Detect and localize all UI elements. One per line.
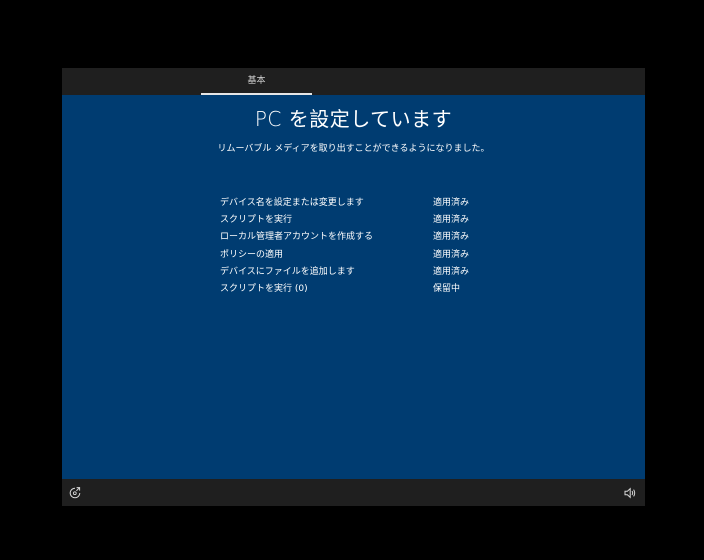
bottom-bar: [62, 479, 645, 506]
page-subtitle: リムーバブル メディアを取り出すことができるようになりました。: [217, 144, 490, 154]
step-status: 適用済み: [433, 198, 470, 208]
list-item: スクリプトを実行 (0) 保留中: [220, 281, 520, 298]
page-title: PC を設定しています: [254, 107, 453, 131]
step-label: デバイス名を設定または変更します: [220, 198, 364, 208]
list-item: スクリプトを実行 適用済み: [220, 212, 520, 229]
steps-list: デバイス名を設定または変更します 適用済み スクリプトを実行 適用済み ローカル…: [220, 195, 520, 298]
step-status: 適用済み: [433, 266, 470, 277]
step-label: スクリプトを実行: [220, 215, 293, 226]
step-label: ポリシーの適用: [220, 249, 284, 260]
step-status: 適用済み: [433, 232, 470, 243]
main-content: PC を設定しています リムーバブル メディアを取り出すことができるようになりま…: [62, 95, 645, 479]
list-item: ポリシーの適用 適用済み: [220, 247, 520, 264]
step-label: ローカル管理者アカウントを作成する: [220, 232, 374, 243]
step-label: デバイスにファイルを追加します: [220, 266, 355, 277]
list-item: デバイスにファイルを追加します 適用済み: [220, 264, 520, 281]
top-bar: 基本: [62, 68, 645, 95]
tab-basic[interactable]: 基本: [201, 68, 312, 95]
list-item: デバイス名を設定または変更します 適用済み: [220, 195, 520, 212]
step-label: スクリプトを実行 (0): [220, 283, 308, 294]
ease-of-access-icon[interactable]: [68, 486, 82, 500]
step-status: 適用済み: [433, 215, 470, 226]
step-status: 保留中: [433, 283, 461, 294]
setup-window: 基本 PC を設定しています リムーバブル メディアを取り出すことができるように…: [62, 68, 645, 506]
volume-icon[interactable]: [623, 486, 637, 500]
list-item: ローカル管理者アカウントを作成する 適用済み: [220, 229, 520, 246]
step-status: 適用済み: [433, 249, 470, 260]
